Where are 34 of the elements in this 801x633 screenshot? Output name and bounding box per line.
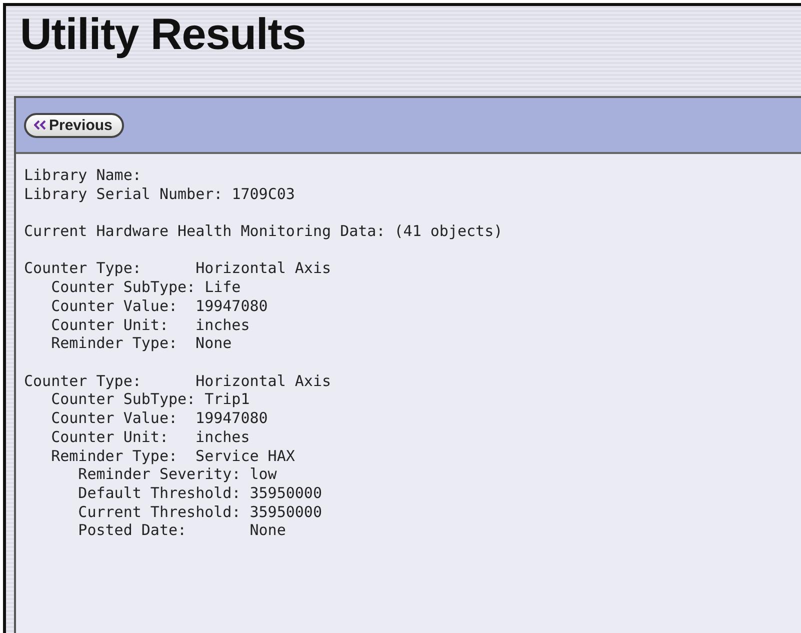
field-value: 35950000 xyxy=(250,502,322,522)
field-label: Posted Date: xyxy=(78,521,188,540)
previous-button[interactable]: Previous xyxy=(24,112,124,138)
field-value: 19947080 xyxy=(196,409,268,428)
field-value: 19947080 xyxy=(196,296,268,316)
field-label: Default Threshold: xyxy=(78,484,242,503)
field-label: Reminder Type: xyxy=(51,334,179,353)
field-label: Reminder Type: xyxy=(51,446,179,466)
report-line: Library Serial Number: 1709C03 xyxy=(24,184,296,204)
page-title: Utility Results xyxy=(20,9,307,61)
field-label: Counter Type: xyxy=(24,372,142,390)
field-value: 35950000 xyxy=(250,484,322,503)
field-label: Counter SubType: xyxy=(51,390,197,410)
field-label: Counter Value: xyxy=(51,296,179,316)
field-label: Reminder Severity: xyxy=(78,465,242,484)
field-value: low xyxy=(250,465,277,484)
field-value: inches xyxy=(196,428,250,446)
field-value: Service HAX xyxy=(196,446,295,466)
field-value: Horizontal Axis xyxy=(196,259,332,278)
field-value: Life xyxy=(204,278,241,297)
report-line: Library Name: xyxy=(24,166,142,185)
field-value: None xyxy=(196,334,232,353)
double-chevron-left-icon xyxy=(34,120,46,130)
field-label: Counter Type: xyxy=(24,259,142,278)
report-summary: Current Hardware Health Monitoring Data: (41 objects) xyxy=(24,222,504,241)
field-value: Horizontal Axis xyxy=(196,372,332,390)
field-label: Counter SubType: xyxy=(51,278,197,297)
field-label: Counter Unit: xyxy=(51,428,170,446)
field-label: Counter Unit: xyxy=(51,316,170,334)
field-label: Counter Value: xyxy=(51,409,179,428)
field-value: None xyxy=(250,521,286,540)
field-value: inches xyxy=(196,316,250,334)
field-label: Current Threshold: xyxy=(78,502,242,522)
field-value: Trip1 xyxy=(204,390,250,410)
